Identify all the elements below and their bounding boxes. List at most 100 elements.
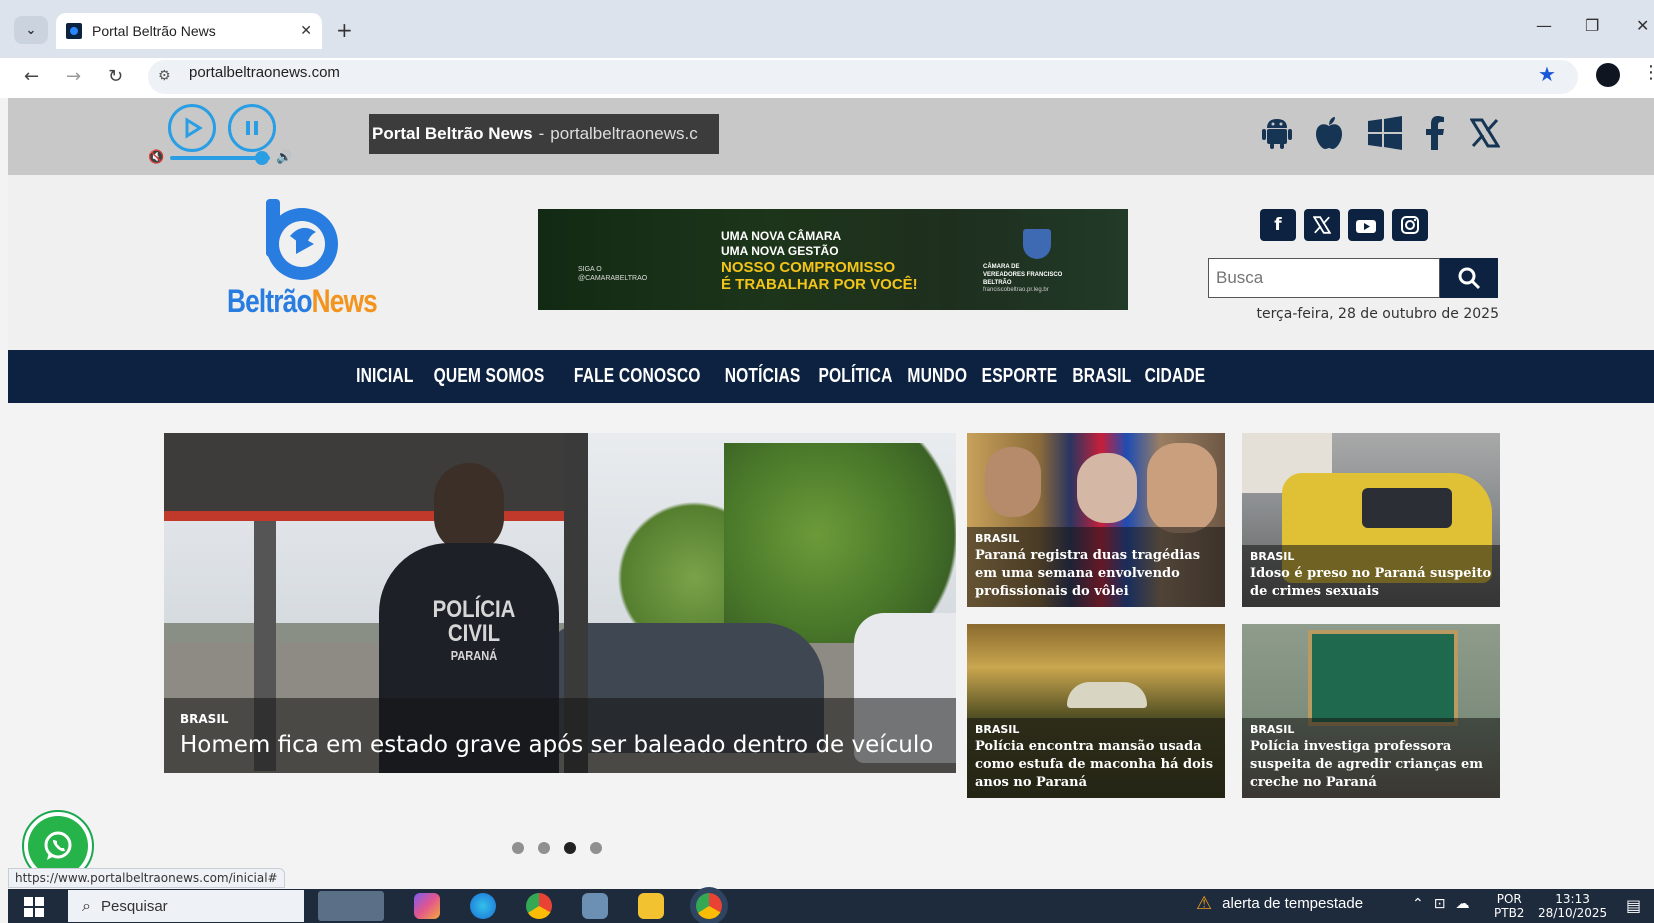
slider-dot[interactable] xyxy=(590,842,602,854)
edge-icon[interactable] xyxy=(470,893,496,919)
marquee-separator: - xyxy=(538,124,545,143)
copilot-icon[interactable] xyxy=(414,893,440,919)
card-image-person xyxy=(1077,453,1137,523)
url-box[interactable] xyxy=(148,60,1578,94)
card-title[interactable]: Polícia encontra mansão usada como estuf… xyxy=(975,738,1217,792)
menu-item-mundo[interactable]: MUNDO xyxy=(907,365,967,388)
volume-knob[interactable] xyxy=(255,151,269,165)
mute-icon[interactable]: 🔇 xyxy=(148,150,164,165)
slider-dot[interactable] xyxy=(564,842,576,854)
logo-wordmark: BeltrãoNews xyxy=(227,283,378,320)
card-image-lamp xyxy=(1067,682,1147,708)
restore-icon[interactable]: ❐ xyxy=(1585,16,1599,35)
tab-title: Portal Beltrão News xyxy=(92,23,216,39)
language-indicator[interactable]: POR PTB2 xyxy=(1494,892,1524,920)
back-icon[interactable]: ← xyxy=(24,66,39,87)
instagram-icon[interactable] xyxy=(1392,209,1428,241)
card-category[interactable]: BRASIL xyxy=(975,723,1217,736)
hero-image-canopy-edge xyxy=(164,511,584,521)
menu-item-inicial[interactable]: INICIAL xyxy=(356,365,413,388)
news-card[interactable]: BRASIL Paraná registra duas tragédias em… xyxy=(967,433,1225,607)
taskbar-widget[interactable] xyxy=(318,891,384,921)
android-icon[interactable] xyxy=(1256,112,1298,154)
card-caption: BRASIL Idoso é preso no Paraná suspeito … xyxy=(1242,545,1500,607)
cloud-icon[interactable]: ☁ xyxy=(1455,896,1469,912)
banner-siga: SIGA O @CAMARABELTRAO xyxy=(578,266,648,282)
menu-item-fale-conosco[interactable]: FALE CONOSCO xyxy=(574,365,701,388)
menu-icon[interactable]: ⋮ xyxy=(1642,62,1654,83)
hero-title[interactable]: Homem fica em estado grave após ser bale… xyxy=(180,732,940,758)
menu-item-cidade[interactable]: CIDADE xyxy=(1144,365,1205,388)
browser-tab[interactable]: Portal Beltrão News ✕ xyxy=(56,13,322,49)
play-icon[interactable] xyxy=(168,104,216,152)
clock-time: 13:13 xyxy=(1555,892,1590,906)
whatsapp-icon xyxy=(28,816,88,876)
x-icon[interactable] xyxy=(1464,112,1506,154)
hero-slide[interactable]: POLÍCIA CIVIL PARANÁ BRASIL Homem fica e… xyxy=(164,433,956,773)
marquee-title: Portal Beltrão News xyxy=(372,124,533,143)
logo-text-news: News xyxy=(311,283,378,319)
news-card[interactable]: BRASIL Idoso é preso no Paraná suspeito … xyxy=(1242,433,1500,607)
file-explorer-icon[interactable] xyxy=(638,893,664,919)
slider-dot[interactable] xyxy=(538,842,550,854)
youtube-icon[interactable] xyxy=(1348,209,1384,241)
url-text[interactable]: portalbeltraonews.com xyxy=(189,64,340,81)
card-title[interactable]: Paraná registra duas tragédias em uma se… xyxy=(975,547,1217,601)
plus-icon[interactable]: + xyxy=(336,18,353,42)
search-input[interactable] xyxy=(1208,258,1440,298)
card-title[interactable]: Idoso é preso no Paraná suspeito de crim… xyxy=(1250,565,1492,601)
clock[interactable]: 13:13 28/10/2025 xyxy=(1538,892,1607,920)
search-button[interactable] xyxy=(1440,258,1498,298)
ad-banner[interactable]: SIGA O @CAMARABELTRAO UMA NOVA CÂMARA UM… xyxy=(538,209,1128,310)
forward-icon[interactable]: → xyxy=(66,66,81,87)
news-card[interactable]: BRASIL Polícia investiga professora susp… xyxy=(1242,624,1500,798)
news-card[interactable]: BRASIL Polícia encontra mansão usada com… xyxy=(967,624,1225,798)
window-close-icon[interactable]: ✕ xyxy=(1636,16,1649,35)
minimize-icon[interactable]: — xyxy=(1536,16,1552,35)
profile-icon[interactable] xyxy=(1596,63,1620,87)
weather-alert[interactable]: ⚠ alerta de tempestade xyxy=(1196,893,1363,914)
network-icon[interactable]: ⊡ xyxy=(1434,896,1446,912)
facebook-icon[interactable]: f xyxy=(1260,209,1296,241)
menu-item-politica[interactable]: POLÍTICA xyxy=(818,365,892,388)
card-category[interactable]: BRASIL xyxy=(975,532,1217,545)
chevron-up-icon[interactable]: ⌃ xyxy=(1412,896,1424,912)
banner-line-3: NOSSO COMPROMISSO xyxy=(721,259,896,276)
banner-site: franciscobeltrao.pr.leg.br xyxy=(983,287,1049,293)
language-line-1: POR xyxy=(1496,892,1522,906)
chrome-icon[interactable] xyxy=(526,893,552,919)
x-icon[interactable] xyxy=(1304,209,1340,241)
menu-item-esporte[interactable]: ESPORTE xyxy=(982,365,1058,388)
card-image-person xyxy=(985,447,1041,517)
menu-item-brasil[interactable]: BRASIL xyxy=(1072,365,1131,388)
hero-category[interactable]: BRASIL xyxy=(180,712,940,726)
notification-icon[interactable]: ▤ xyxy=(1626,896,1641,915)
pause-icon[interactable] xyxy=(228,104,276,152)
banner-line-4: É TRABALHAR POR VOCÊ! xyxy=(721,276,918,293)
chrome-active-icon[interactable] xyxy=(696,893,722,919)
apple-icon[interactable] xyxy=(1308,112,1350,154)
taskbar-search[interactable]: ⌕ Pesquisar xyxy=(68,890,304,922)
close-icon[interactable]: ✕ xyxy=(300,23,312,39)
card-image-window xyxy=(1362,488,1452,528)
card-title[interactable]: Polícia investiga professora suspeita de… xyxy=(1250,738,1492,792)
star-icon[interactable]: ★ xyxy=(1538,62,1556,86)
windows-start-icon[interactable] xyxy=(24,897,44,922)
clock-date: 28/10/2025 xyxy=(1538,906,1608,920)
volume-icon[interactable]: 🔊 xyxy=(276,150,292,165)
menu-item-quem-somos[interactable]: QUEM SOMOS xyxy=(434,365,545,388)
card-category[interactable]: BRASIL xyxy=(1250,723,1492,736)
slider-dot[interactable] xyxy=(512,842,524,854)
windows-icon[interactable] xyxy=(1364,112,1406,154)
card-category[interactable]: BRASIL xyxy=(1250,550,1492,563)
menu-item-noticias[interactable]: NOTÍCIAS xyxy=(725,365,801,388)
site-settings-icon[interactable]: ⚙ xyxy=(158,68,171,84)
radio-marquee: Portal Beltrão News - portalbeltraonews.… xyxy=(369,114,719,154)
card-caption: BRASIL Polícia encontra mansão usada com… xyxy=(967,718,1225,798)
tab-dropdown-icon[interactable]: ⌄ xyxy=(14,16,48,44)
store-icon[interactable] xyxy=(582,893,608,919)
alert-text: alerta de tempestade xyxy=(1222,895,1364,912)
reload-icon[interactable]: ↻ xyxy=(108,66,123,87)
hero-vest-line-1: POLÍCIA xyxy=(432,596,516,623)
facebook-icon[interactable] xyxy=(1414,112,1456,154)
